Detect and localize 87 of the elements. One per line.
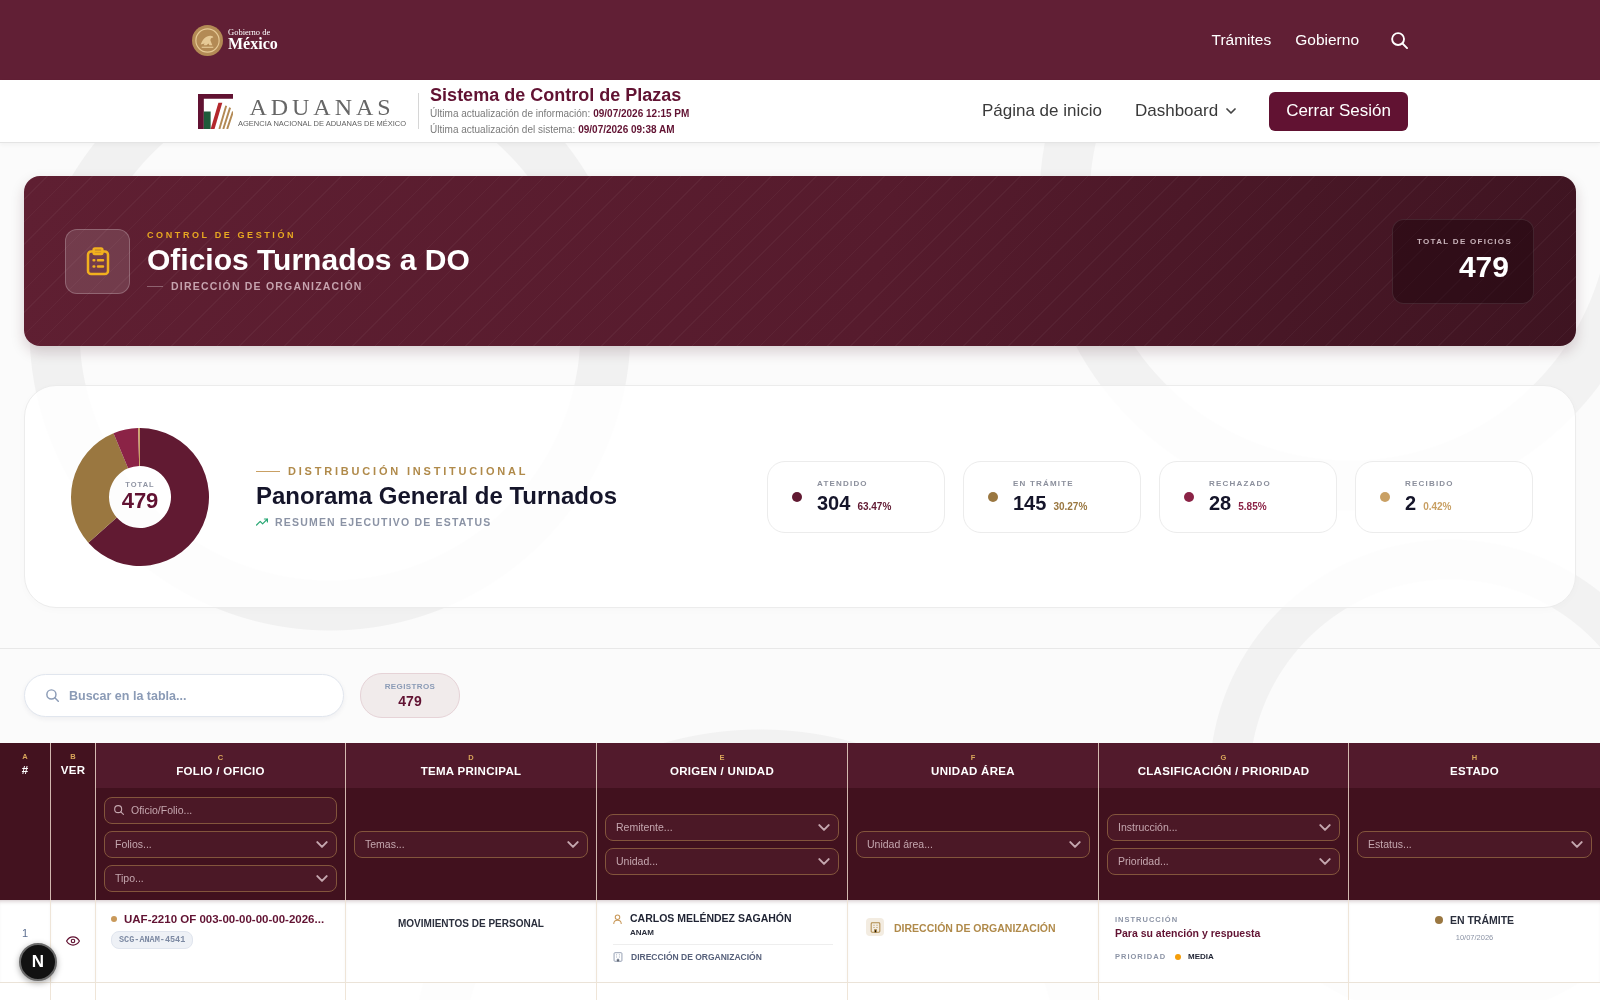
eye-icon[interactable] xyxy=(66,936,80,946)
records-count: 479 xyxy=(398,694,422,708)
banner-subtitle: DIRECCIÓN DE ORGANIZACIÓN xyxy=(171,280,363,292)
total-value: 479 xyxy=(1458,248,1509,285)
chevron-down-icon xyxy=(818,823,830,831)
search-icon xyxy=(46,689,59,702)
origin-unit: DIRECCIÓN DE ORGANIZACIÓN xyxy=(631,952,762,962)
stat-label: ATENDIDO xyxy=(817,478,869,488)
sender-organization: ANAM xyxy=(630,928,655,937)
chevron-down-icon xyxy=(567,840,579,848)
app-title: Sistema de Control de Plazas xyxy=(430,84,683,106)
nav-dropdown[interactable]: Dashboard xyxy=(1134,101,1237,121)
column-title: ESTADO xyxy=(1450,765,1499,777)
instruction-text: Para su atención y respuesta xyxy=(1115,927,1262,939)
filter-dropdown[interactable]: Remitente... xyxy=(605,813,839,841)
filter-dropdown[interactable]: Prioridad... xyxy=(1107,847,1340,875)
filter-dropdown[interactable]: Unidad... xyxy=(605,847,839,875)
filter-search-field[interactable]: Oficio/Folio... xyxy=(104,796,337,824)
filter-dropdown[interactable]: Estatus... xyxy=(1357,830,1592,858)
filter-dropdown[interactable]: Unidad área... xyxy=(856,830,1090,858)
column-title: ORIGEN / UNIDAD xyxy=(669,765,775,777)
chevron-down-icon xyxy=(818,857,830,865)
logout-button[interactable]: Cerrar Sesión xyxy=(1269,91,1408,131)
chevron-down-icon xyxy=(316,874,328,882)
chevron-down-icon xyxy=(1226,108,1237,114)
reference-tag: SCG-ANAM-4541 xyxy=(111,931,194,949)
clipboard-icon xyxy=(65,228,130,294)
nav-link[interactable]: Gobierno xyxy=(1295,31,1359,49)
stat-count: 28 xyxy=(1209,491,1232,515)
filter-dropdown[interactable]: Tipo... xyxy=(104,864,337,892)
brand-text: Gobierno de xyxy=(228,27,272,37)
filter-dropdown[interactable]: Instrucción... xyxy=(1107,813,1340,841)
update-label: Última actualización del sistema: xyxy=(430,124,576,135)
search-icon[interactable] xyxy=(1391,31,1408,49)
chevron-down-icon xyxy=(1319,823,1331,831)
seal-icon xyxy=(192,24,223,56)
sender-name: CARLOS MELÉNDEZ SAGAHÓN xyxy=(630,912,792,924)
chevron-down-icon xyxy=(1571,840,1583,848)
chevron-down-icon xyxy=(316,840,328,848)
status-label: EN TRÁMITE xyxy=(1449,914,1515,926)
section-eyebrow: DISTRIBUCIÓN INSTITUCIONAL xyxy=(288,465,529,477)
stat-label: EN TRÁMITE xyxy=(1013,478,1075,488)
stat-percent: 30.27% xyxy=(1053,500,1088,512)
column-title: VER xyxy=(60,764,86,776)
nav-link[interactable]: Trámites xyxy=(1211,31,1272,49)
logo-wordmark: ADUANAS xyxy=(249,94,395,119)
nav-link[interactable]: Página de inicio xyxy=(981,101,1102,121)
logo-icon xyxy=(198,93,233,129)
update-value: 09/07/2026 12:15 PM xyxy=(593,108,690,119)
stat-count: 2 xyxy=(1405,491,1417,515)
folio-link[interactable]: UAF-2210 OF 003-00-00-00-00-2026... xyxy=(124,913,325,925)
search-icon xyxy=(114,805,124,815)
building-icon xyxy=(866,918,884,936)
row-number: 1 xyxy=(21,927,29,939)
stat-percent: 5.85% xyxy=(1238,500,1267,512)
column-title: # xyxy=(21,764,29,776)
column-title: UNIDAD ÁREA xyxy=(931,765,1015,777)
records-label: REGISTROS xyxy=(384,683,436,691)
stat-percent: 0.42% xyxy=(1423,500,1452,512)
column-title: FOLIO / OFICIO xyxy=(176,765,265,777)
chevron-down-icon xyxy=(1069,840,1081,848)
update-label: Última actualización de información: xyxy=(430,108,591,119)
priority-value: MEDIA xyxy=(1188,952,1214,961)
brand-text: México xyxy=(228,36,278,53)
column-title: CLASIFICACIÓN / PRIORIDAD xyxy=(1137,765,1310,777)
stat-label: RECIBIDO xyxy=(1405,478,1454,488)
section-subtitle: RESUMEN EJECUTIVO DE ESTATUS xyxy=(275,516,492,528)
search-field[interactable]: Buscar en la tabla... xyxy=(24,674,344,717)
column-title: TEMA PRINCIPAL xyxy=(420,765,522,777)
banner-title: Oficios Turnados a DO xyxy=(147,242,470,278)
update-value: 09/07/2026 09:38 AM xyxy=(578,124,675,135)
stat-percent: 63.47% xyxy=(857,500,892,512)
filter-dropdown[interactable]: Temas... xyxy=(354,830,588,858)
banner-eyebrow: CONTROL DE GESTIÓN xyxy=(147,230,298,241)
area-unit: DIRECCIÓN DE ORGANIZACIÓN xyxy=(894,922,1056,934)
stat-count: 304 xyxy=(817,491,851,515)
person-icon xyxy=(613,914,622,925)
section-title: Panorama General de Turnados xyxy=(256,481,617,511)
filter-dropdown[interactable]: Folios... xyxy=(104,830,337,858)
trend-up-icon xyxy=(256,518,268,526)
total-label: TOTAL DE OFICIOS xyxy=(1417,236,1509,246)
stat-count: 145 xyxy=(1013,491,1047,515)
topic-text: MOVIMIENTOS DE PERSONAL xyxy=(398,918,544,929)
chevron-down-icon xyxy=(1319,857,1331,865)
building-icon xyxy=(613,952,623,962)
stat-label: RECHAZADO xyxy=(1209,478,1271,488)
donut-total-value: 479 xyxy=(121,490,159,513)
